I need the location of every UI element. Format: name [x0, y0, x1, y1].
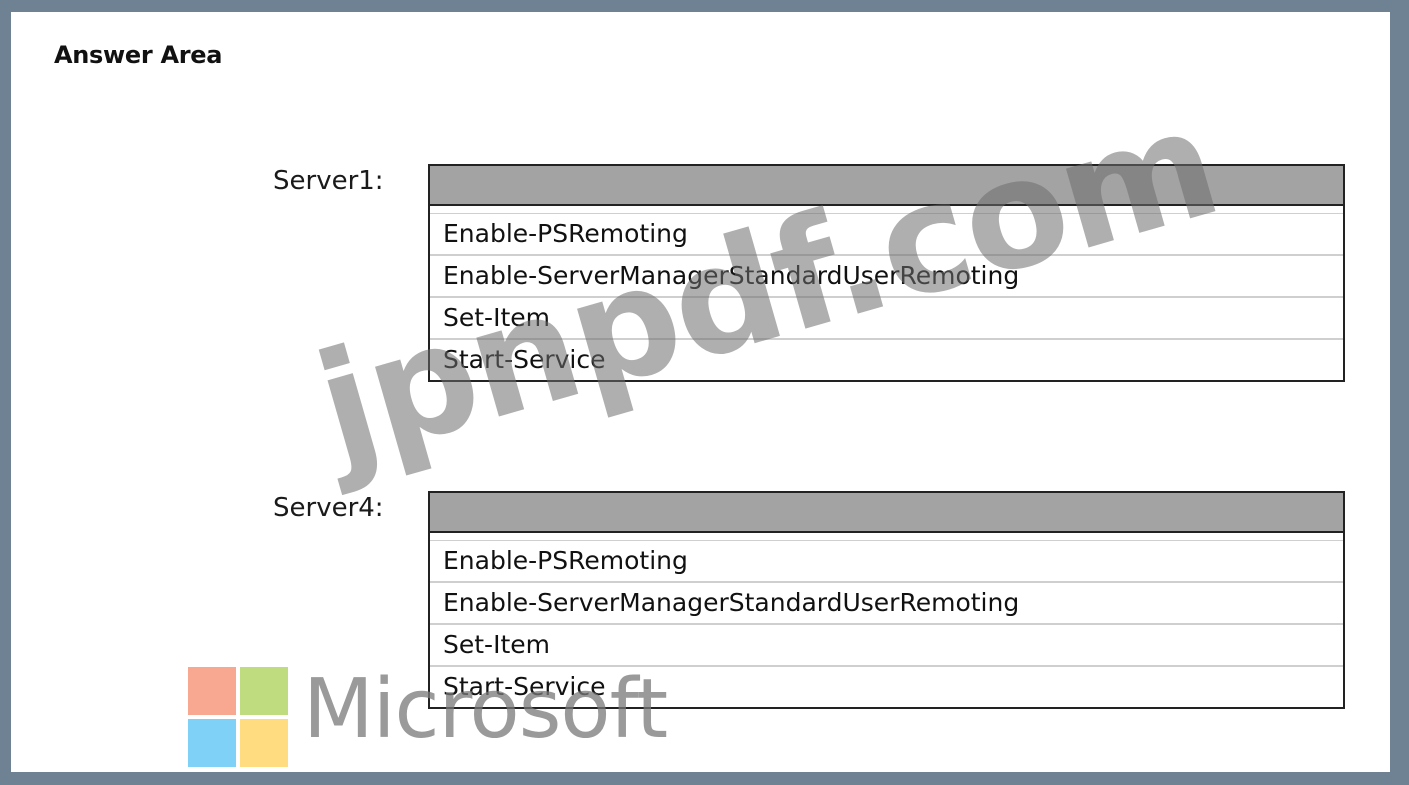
server1-dropdown[interactable]: Enable-PSRemoting Enable-ServerManagerSt…	[428, 164, 1345, 382]
server4-option-start-service[interactable]: Start-Service	[430, 667, 1343, 707]
server1-dropdown-selected[interactable]	[430, 166, 1343, 206]
server4-label: Server4:	[273, 493, 384, 523]
server1-option-start-service[interactable]: Start-Service	[430, 340, 1343, 380]
server1-option-set-item[interactable]: Set-Item	[430, 298, 1343, 340]
server1-label: Server1:	[273, 166, 384, 196]
server4-dropdown-selected[interactable]	[430, 493, 1343, 533]
server1-option-enable-psremoting[interactable]: Enable-PSRemoting	[430, 214, 1343, 256]
answer-area-title: Answer Area	[54, 41, 223, 69]
server4-dropdown[interactable]: Enable-PSRemoting Enable-ServerManagerSt…	[428, 491, 1345, 709]
server1-option-enable-servermanagerstandarduserremoting[interactable]: Enable-ServerManagerStandardUserRemoting	[430, 256, 1343, 298]
answer-area-panel: Answer Area Server1: Enable-PSRemoting E…	[11, 12, 1390, 772]
server4-option-set-item[interactable]: Set-Item	[430, 625, 1343, 667]
server4-option-enable-psremoting[interactable]: Enable-PSRemoting	[430, 541, 1343, 583]
server4-option-enable-servermanagerstandarduserremoting[interactable]: Enable-ServerManagerStandardUserRemoting	[430, 583, 1343, 625]
